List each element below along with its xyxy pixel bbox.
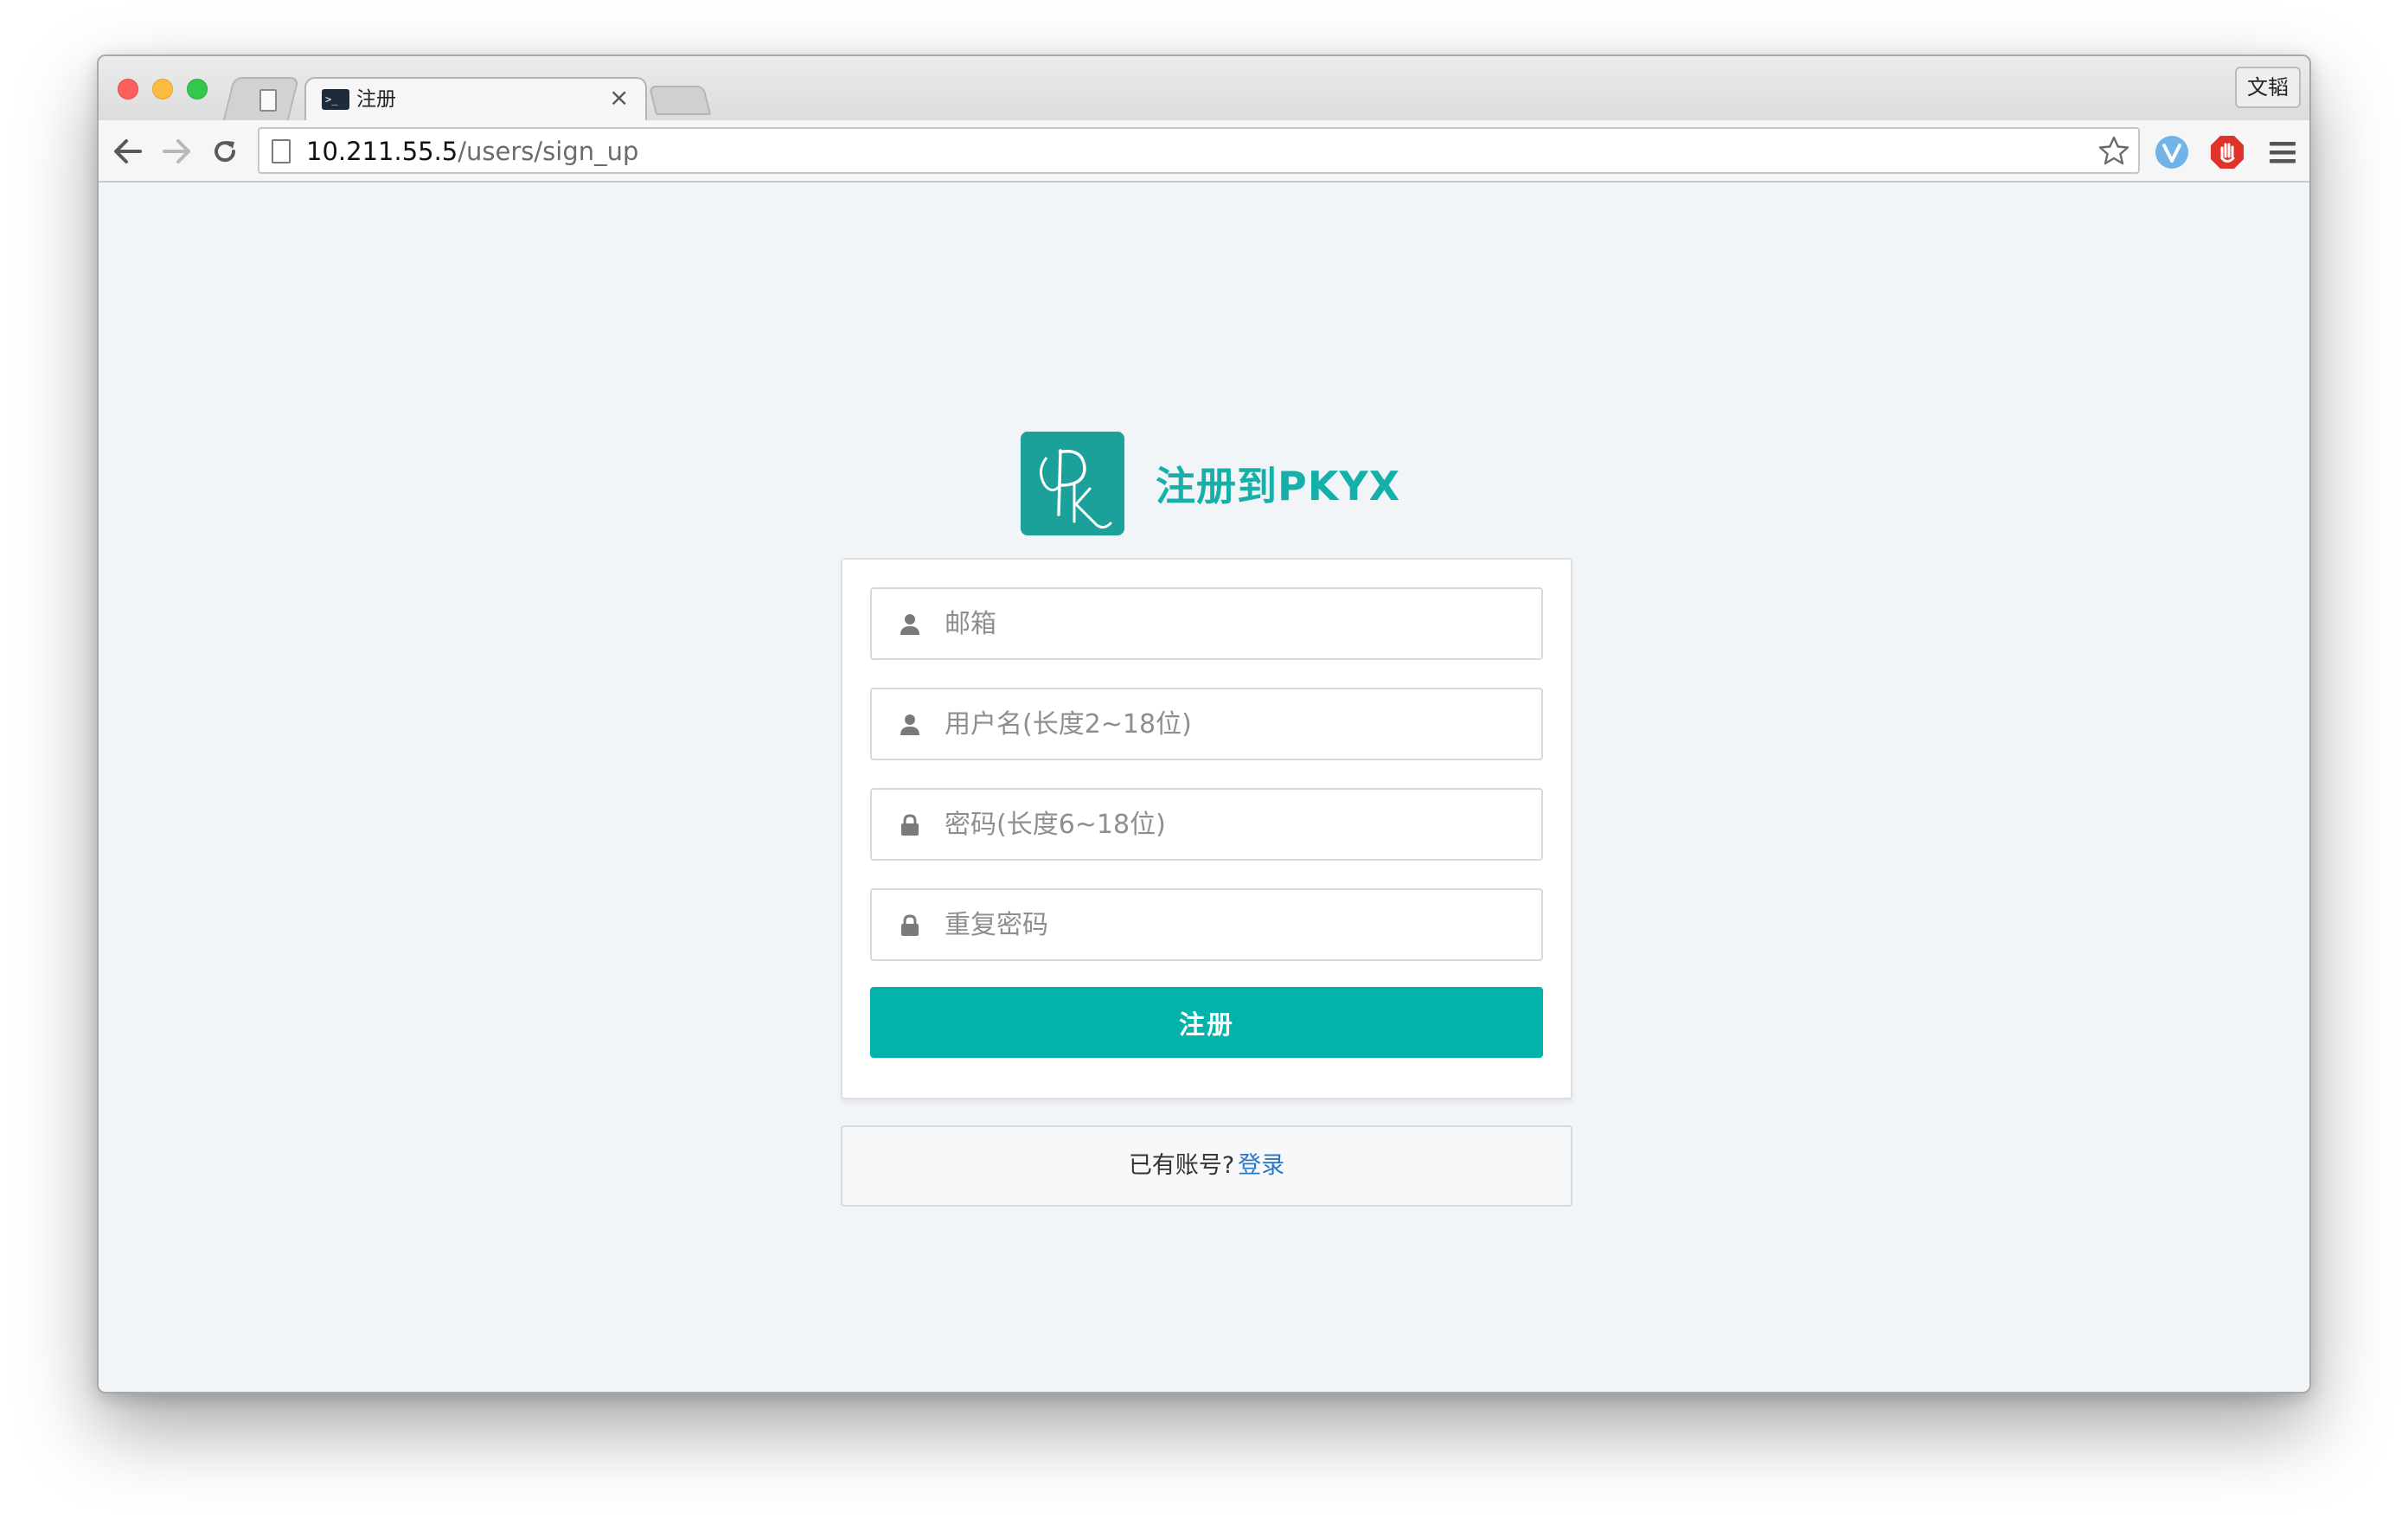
password-confirm-field-wrapper	[870, 888, 1543, 961]
close-window-button[interactable]	[118, 79, 138, 99]
password-input[interactable]	[945, 790, 1524, 859]
lock-icon	[900, 814, 920, 836]
user-icon	[900, 714, 920, 736]
user-icon	[900, 613, 920, 636]
signup-form: 注册	[841, 558, 1572, 1099]
adblock-stop-icon[interactable]	[2209, 134, 2245, 170]
signup-button[interactable]: 注册	[870, 987, 1543, 1058]
username-field-wrapper	[870, 688, 1543, 760]
page-icon	[272, 139, 291, 163]
screenshot-stage: >_ 注册 × 文韬 10.211.55.5/users/sign_up 注册到…	[0, 0, 2408, 1531]
browser-toolbar: 10.211.55.5/users/sign_up	[99, 120, 2309, 183]
zoom-window-button[interactable]	[187, 79, 208, 99]
reload-icon[interactable]	[208, 134, 242, 169]
tab-close-icon[interactable]: ×	[609, 86, 629, 110]
password-field-wrapper	[870, 788, 1543, 861]
username-input[interactable]	[945, 689, 1524, 759]
pkyx-logo	[1021, 432, 1124, 535]
email-input[interactable]	[945, 589, 1524, 658]
profile-button[interactable]: 文韬	[2235, 67, 2301, 108]
tab-strip: >_ 注册 × 文韬	[99, 56, 2309, 120]
vue-devtools-icon[interactable]	[2154, 134, 2190, 170]
forward-arrow-icon[interactable]	[159, 134, 194, 169]
password-confirm-input[interactable]	[945, 890, 1524, 959]
url-path: /users/sign_up	[458, 137, 639, 166]
page-title: 注册到PKYX	[1156, 463, 1401, 509]
address-bar[interactable]: 10.211.55.5/users/sign_up	[258, 127, 2140, 174]
back-arrow-icon[interactable]	[111, 134, 145, 169]
brand-header: 注册到PKYX	[1021, 432, 1400, 535]
menu-icon[interactable]	[2264, 134, 2301, 170]
login-prompt-box: 已有账号? 登录	[841, 1125, 1572, 1207]
minimize-window-button[interactable]	[152, 79, 173, 99]
tab-title: 注册	[356, 88, 396, 111]
url-text[interactable]: 10.211.55.5/users/sign_up	[306, 136, 638, 167]
star-icon[interactable]	[2097, 134, 2131, 169]
page-content: 注册到PKYX 邮箱 用户名(长度2~18位) 注册 已有账号? 登录	[99, 183, 2309, 1392]
browser-window: >_ 注册 × 文韬 10.211.55.5/users/sign_up 注册到…	[97, 54, 2311, 1393]
lock-icon	[900, 914, 920, 937]
blank-page-icon	[259, 89, 277, 112]
terminal-icon: >_	[322, 89, 349, 110]
url-host: 10.211.55.5	[306, 137, 458, 166]
login-link[interactable]: 登录	[1238, 1152, 1284, 1179]
login-prompt-text: 已有账号?	[1128, 1152, 1235, 1179]
new-tab-button[interactable]	[648, 86, 712, 115]
email-field-wrapper	[870, 587, 1543, 660]
